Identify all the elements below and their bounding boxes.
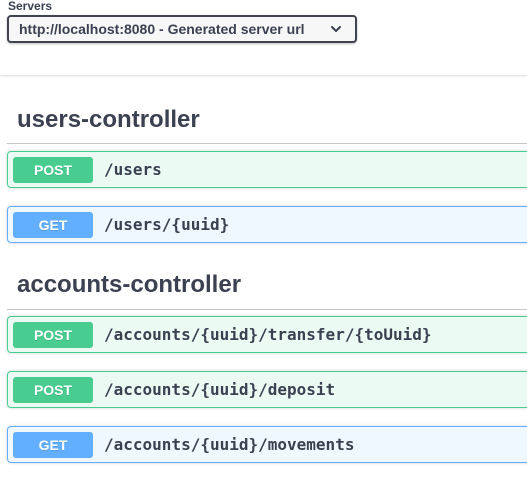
method-badge: POST xyxy=(13,157,93,183)
method-badge: GET xyxy=(13,432,93,458)
operation-path: /accounts/{uuid}/transfer/{toUuid} xyxy=(104,325,432,344)
servers-select[interactable]: http://localhost:8080 - Generated server… xyxy=(7,15,357,43)
section-title-users-controller[interactable]: users-controller xyxy=(17,106,200,134)
section-divider xyxy=(7,143,527,144)
servers-label: Servers xyxy=(8,0,53,13)
operation-post-transfer[interactable]: POST /accounts/{uuid}/transfer/{toUuid} xyxy=(7,316,527,353)
servers-selected-value: http://localhost:8080 - Generated server… xyxy=(19,21,305,37)
method-badge: POST xyxy=(13,322,93,348)
operation-path: /users xyxy=(104,160,162,179)
operation-post-deposit[interactable]: POST /accounts/{uuid}/deposit xyxy=(7,371,527,408)
operation-path: /users/{uuid} xyxy=(104,215,230,234)
operation-post-users[interactable]: POST /users xyxy=(7,151,527,188)
section-divider xyxy=(7,309,527,310)
operation-path: /accounts/{uuid}/deposit xyxy=(104,380,336,399)
section-title-accounts-controller[interactable]: accounts-controller xyxy=(17,271,241,299)
operation-get-movements[interactable]: GET /accounts/{uuid}/movements xyxy=(7,426,527,463)
operation-get-user[interactable]: GET /users/{uuid} xyxy=(7,206,527,243)
method-badge: POST xyxy=(13,377,93,403)
operation-path: /accounts/{uuid}/movements xyxy=(104,435,355,454)
chevron-down-icon xyxy=(331,26,341,32)
servers-bar: Servers http://localhost:8080 - Generate… xyxy=(0,0,527,75)
method-badge: GET xyxy=(13,212,93,238)
